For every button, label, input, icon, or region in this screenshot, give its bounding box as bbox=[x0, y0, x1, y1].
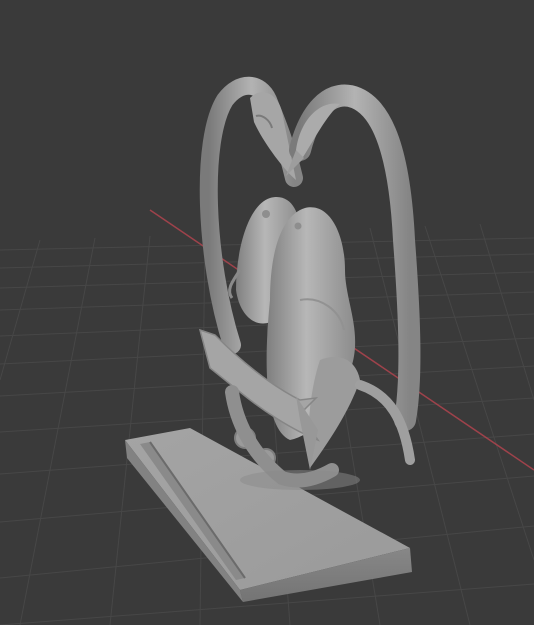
3d-viewport[interactable] bbox=[0, 0, 534, 625]
viewport-canvas[interactable] bbox=[0, 0, 534, 625]
left-bird-eye bbox=[262, 210, 270, 218]
model-contact-shadow bbox=[240, 470, 360, 490]
right-bird-eye bbox=[294, 222, 302, 230]
